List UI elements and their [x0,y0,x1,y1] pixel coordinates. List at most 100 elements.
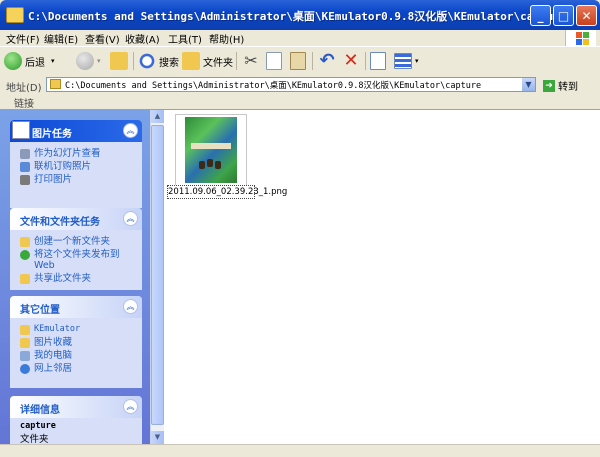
links-label[interactable]: 链接 [14,95,34,110]
game-screenshot-thumbnail [185,117,237,183]
windows-logo-icon [565,30,596,46]
place-label: KEmulator [34,324,81,334]
back-button[interactable]: 后退 ▾ [4,51,55,71]
folder-icon [50,79,61,89]
slideshow-icon [20,149,30,159]
undo-button[interactable]: ↶ [318,51,339,71]
views-button[interactable]: ▾ [394,51,419,71]
undo-icon: ↶ [319,50,335,71]
place-my-computer[interactable]: 我的电脑 [20,350,136,361]
scroll-down-icon[interactable]: ▼ [151,431,164,444]
file-tasks-panel: 文件和文件夹任务 ︽ 创建一个新文件夹 将这个文件夹发布到 Web 共享此文件夹 [10,208,142,290]
search-label: 搜索 [159,57,179,69]
copy-icon [266,52,282,70]
paste-button[interactable] [290,51,309,71]
menu-file[interactable]: 文件(F) [6,31,40,46]
task-label: 共享此文件夹 [34,273,92,284]
dialog-strip [191,143,231,149]
file-thumbnail[interactable] [175,114,247,186]
paste-icon [290,52,306,70]
task-publish-web[interactable]: 将这个文件夹发布到 Web [20,249,136,271]
menu-edit[interactable]: 编辑(E) [44,31,78,46]
close-button[interactable]: ✕ [576,5,597,26]
address-dropdown-icon[interactable]: ▼ [522,78,535,91]
printer-icon [20,175,30,185]
collapse-icon[interactable]: ︽ [123,299,138,314]
other-places-title: 其它位置 [20,305,60,316]
scissors-icon: ✂ [244,51,258,70]
copy-button[interactable] [266,51,285,71]
forward-dropdown-icon[interactable]: ▾ [97,57,101,65]
views-dropdown-icon[interactable]: ▾ [415,57,419,65]
task-slideshow[interactable]: 作为幻灯片查看 [20,148,136,159]
folder-icon [20,325,30,335]
task-label: 创建一个新文件夹 [34,236,111,247]
window-title: C:\Documents and Settings\Administrator\… [28,10,567,23]
properties-icon [370,52,386,70]
task-label: 联机订购照片 [34,161,92,172]
go-arrow-icon: ➜ [543,79,555,92]
collapse-icon[interactable]: ︽ [123,123,138,138]
details-name: capture [20,421,56,431]
back-dropdown-icon[interactable]: ▾ [51,57,55,65]
delete-button[interactable]: ✕ [342,51,363,71]
place-my-pictures[interactable]: 图片收藏 [20,337,136,348]
picture-icon [12,121,30,139]
place-network[interactable]: 网上邻居 [20,363,136,374]
picture-tasks-header[interactable]: 图片任务 ︽ [10,120,142,142]
search-button[interactable]: 搜索 [138,51,179,71]
menu-favorites[interactable]: 收藏(A) [125,31,160,46]
forward-arrow-icon [76,52,94,70]
task-order-prints[interactable]: 联机订购照片 [20,161,136,172]
scroll-thumb[interactable] [151,125,164,425]
details-type: 文件夹 [20,434,49,444]
toolbar-separator [133,52,134,70]
up-folder-button[interactable] [110,51,131,71]
picture-tasks-panel: 图片任务 ︽ 作为幻灯片查看 联机订购照片 打印图片 [10,120,142,208]
properties-button[interactable] [370,51,389,71]
share-folder-icon [20,274,30,284]
menu-view[interactable]: 查看(V) [85,31,120,46]
task-pane-scrollbar[interactable]: ▲ ▼ [150,110,164,444]
task-share-folder[interactable]: 共享此文件夹 [20,273,136,284]
folder-icon [6,7,24,23]
collapse-icon[interactable]: ︽ [123,211,138,226]
maximize-button[interactable]: □ [553,5,574,26]
toolbar-separator [365,52,366,70]
my-pictures-icon [20,338,30,348]
sprite [215,161,221,169]
task-print[interactable]: 打印图片 [20,174,136,185]
cut-button[interactable]: ✂ [242,51,263,71]
task-new-folder[interactable]: 创建一个新文件夹 [20,236,136,247]
forward-button[interactable]: ▾ [76,51,101,71]
links-bar: 链接 [0,95,600,110]
status-bar [0,444,600,457]
collapse-icon[interactable]: ︽ [123,399,138,414]
file-name-label[interactable]: 2011.09.06_02.39.23_1.png [167,185,287,199]
title-bar[interactable]: C:\Documents and Settings\Administrator\… [0,0,600,30]
explorer-window: C:\Documents and Settings\Administrator\… [0,0,600,457]
standard-toolbar: 后退 ▾ ▾ 搜索 文件夹 ✂ ↶ ✕ ▾ [0,47,600,76]
folders-button[interactable]: 文件夹 [182,51,233,71]
views-icon [394,53,412,69]
order-prints-icon [20,162,30,172]
place-kemulator[interactable]: KEmulator [20,324,136,335]
menu-help[interactable]: 帮助(H) [209,31,244,46]
minimize-button[interactable]: _ [530,5,551,26]
place-label: 我的电脑 [34,350,73,361]
details-title: 详细信息 [20,405,60,416]
back-arrow-icon [4,52,22,70]
sprite [207,159,213,167]
go-button[interactable]: ➜ 转到 [543,78,578,93]
other-places-header[interactable]: 其它位置 ︽ [10,296,142,318]
place-label: 网上邻居 [34,363,73,374]
details-header[interactable]: 详细信息 ︽ [10,396,142,418]
file-tasks-header[interactable]: 文件和文件夹任务 ︽ [10,208,142,230]
scroll-up-icon[interactable]: ▲ [151,110,164,123]
address-input[interactable]: C:\Documents and Settings\Administrator\… [46,77,536,92]
picture-tasks-title: 图片任务 [32,129,72,140]
details-panel: 详细信息 ︽ capture 文件夹 [10,396,142,444]
network-icon [20,364,30,374]
menu-tools[interactable]: 工具(T) [168,31,202,46]
task-label: 将这个文件夹发布到 Web [34,249,120,271]
